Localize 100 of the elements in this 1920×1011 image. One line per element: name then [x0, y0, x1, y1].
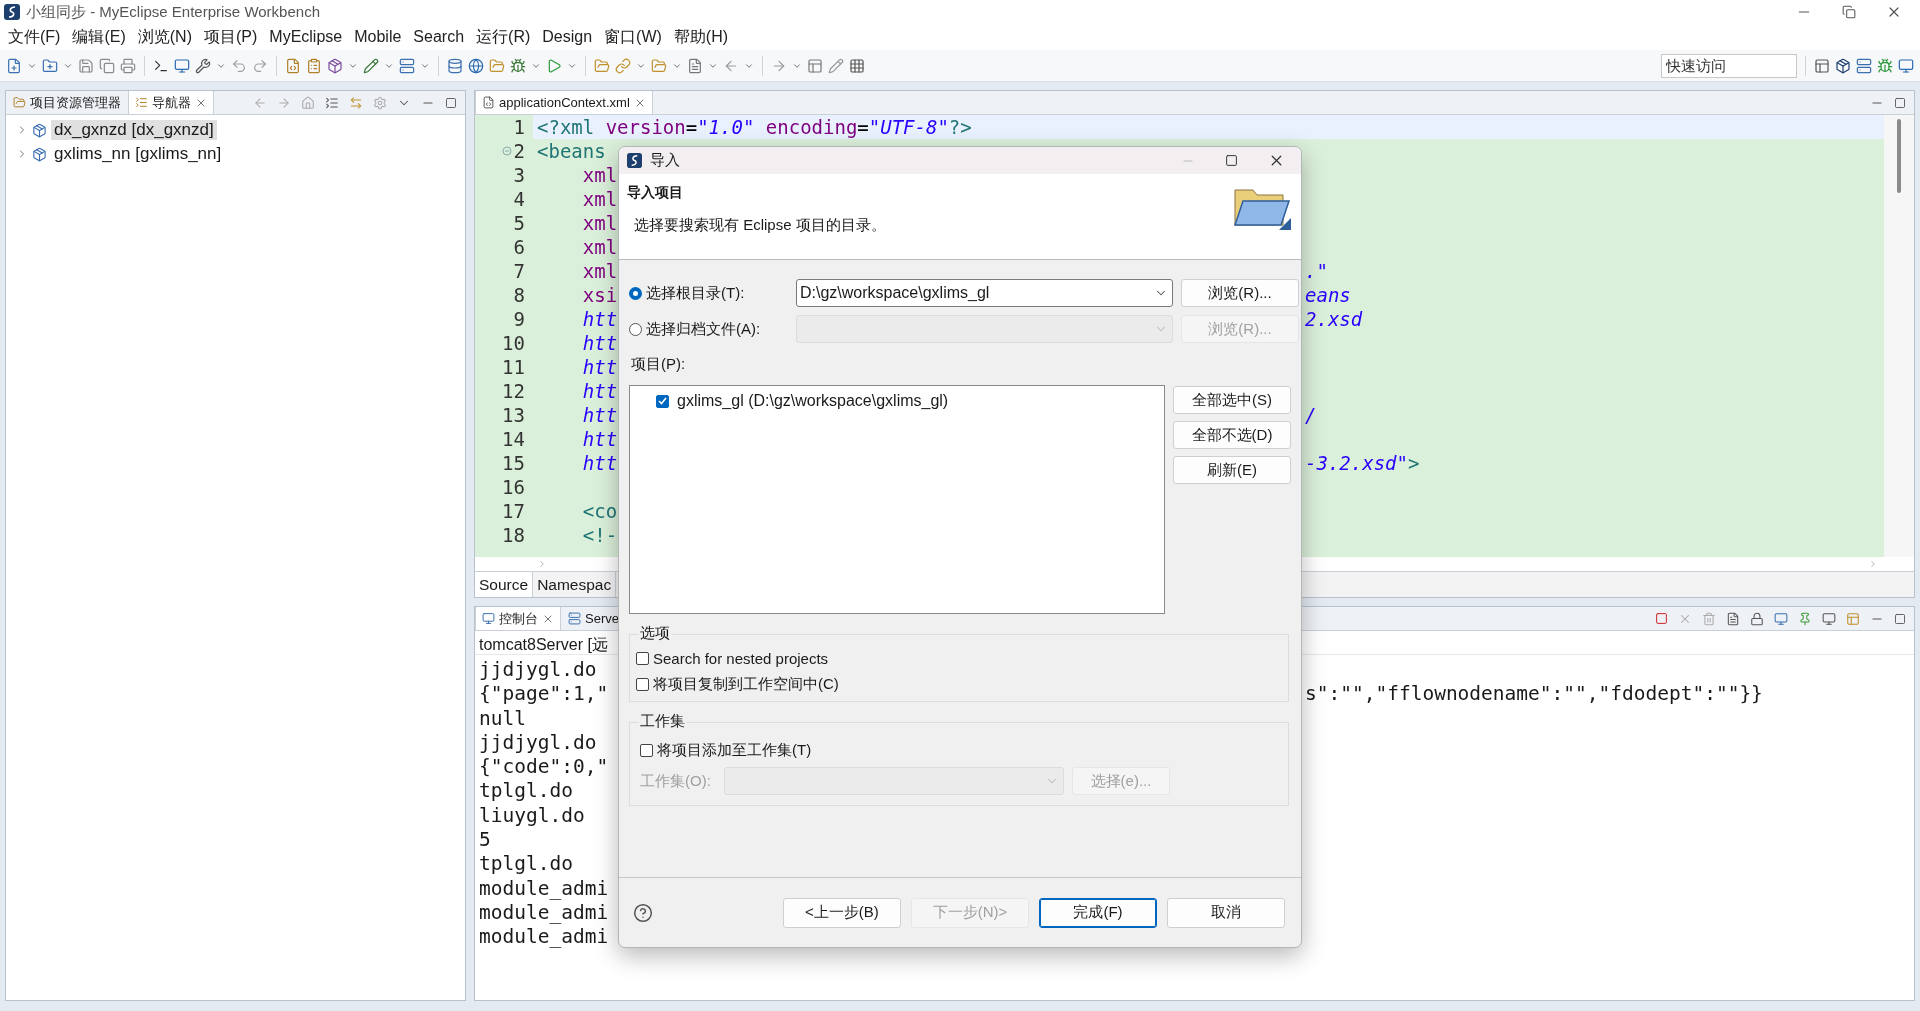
- menu-item[interactable]: 帮助(H): [667, 26, 735, 48]
- print-icon[interactable]: [120, 57, 136, 74]
- run-icon[interactable]: [546, 57, 562, 74]
- restore-icon[interactable]: [1842, 5, 1856, 19]
- collapse-all-icon[interactable]: [325, 95, 339, 110]
- perspective-icon[interactable]: [1856, 57, 1872, 74]
- maximize-icon[interactable]: [445, 96, 457, 109]
- checkbox[interactable]: [656, 394, 669, 408]
- save-all-icon[interactable]: [99, 57, 115, 74]
- package-icon[interactable]: [327, 57, 343, 74]
- code-line: xml: [581, 163, 618, 187]
- view-tab[interactable]: 导航器: [128, 91, 214, 114]
- view-tab[interactable]: 控制台: [475, 607, 561, 630]
- forward-icon[interactable]: [277, 95, 291, 110]
- perspective-icon[interactable]: [1898, 57, 1914, 74]
- menu-item[interactable]: 浏览(N): [131, 26, 198, 48]
- code-line: htt: [581, 379, 618, 403]
- tree-item[interactable]: gxlims_nn [gxlims_nn]: [51, 144, 225, 164]
- clipboard-icon[interactable]: [306, 57, 322, 74]
- editor-tab[interactable]: applicationContext.xml: [475, 91, 653, 114]
- dialog-title: 导入: [650, 151, 680, 170]
- menu-item[interactable]: Mobile: [348, 28, 408, 46]
- stop-icon[interactable]: [1655, 612, 1668, 625]
- scroll-right-icon[interactable]: [1868, 559, 1878, 569]
- pencil-icon[interactable]: [828, 57, 844, 74]
- menu-item[interactable]: MyEclipse: [263, 28, 349, 46]
- clear-icon[interactable]: [1702, 611, 1716, 626]
- checkbox[interactable]: [636, 651, 649, 665]
- wizard-button[interactable]: 取消: [1167, 897, 1285, 928]
- list-action-button[interactable]: 刷新(E): [1173, 456, 1291, 484]
- layout-icon[interactable]: [807, 57, 823, 74]
- line-number: 1: [513, 116, 525, 138]
- maximize-icon[interactable]: [1894, 612, 1906, 625]
- link-icon[interactable]: [615, 57, 631, 74]
- link-editor-icon[interactable]: [349, 95, 363, 110]
- group-title: 工作集: [638, 712, 687, 731]
- redo-icon[interactable]: [252, 57, 268, 74]
- globe-icon[interactable]: [468, 57, 484, 74]
- tree-item[interactable]: dx_gxnzd [dx_gxnzd]: [51, 120, 217, 140]
- folder-open-icon[interactable]: [489, 57, 505, 74]
- scrollbar-thumb[interactable]: [1897, 119, 1901, 193]
- menu-item[interactable]: Design: [536, 28, 599, 46]
- perspective-icon[interactable]: [1835, 57, 1851, 74]
- source-radio[interactable]: 选择根目录(T):: [629, 283, 788, 303]
- radio-dot[interactable]: [629, 286, 642, 300]
- combo-value: D:\gz\workspace\gxlims_gl: [800, 284, 991, 302]
- folder-open-icon[interactable]: [594, 57, 610, 74]
- back-icon[interactable]: [253, 95, 267, 110]
- save-icon[interactable]: [78, 57, 94, 74]
- tab-label: 控制台: [499, 609, 538, 628]
- pin-icon[interactable]: [1798, 611, 1812, 626]
- bug-icon[interactable]: [510, 57, 526, 74]
- menu-item[interactable]: 窗口(W): [598, 26, 668, 48]
- dialog-description: 选择要搜索现有 Eclipse 项目的目录。: [633, 216, 887, 235]
- menu-item[interactable]: 编辑(E): [66, 26, 132, 48]
- scroll-lock-icon[interactable]: [1726, 611, 1740, 626]
- monitor-icon[interactable]: [174, 57, 190, 74]
- new-file-icon[interactable]: [6, 57, 22, 74]
- list-action-button[interactable]: 全部选中(S): [1173, 386, 1291, 414]
- console-line: liuygl.do: [479, 803, 585, 829]
- maximize-icon[interactable]: [1225, 154, 1238, 167]
- filter-icon[interactable]: [373, 95, 387, 110]
- maximize-icon[interactable]: [1894, 96, 1906, 109]
- home-icon[interactable]: [301, 95, 315, 110]
- list-action-button[interactable]: 全部不选(D): [1173, 421, 1291, 449]
- show-console-icon[interactable]: [1774, 611, 1788, 626]
- wrench-icon[interactable]: [195, 57, 211, 74]
- menu-item[interactable]: 运行(R): [470, 26, 537, 48]
- checkbox[interactable]: [636, 677, 649, 691]
- path-combo[interactable]: D:\gz\workspace\gxlims_gl: [796, 279, 1173, 307]
- file-code-icon[interactable]: [285, 57, 301, 74]
- menu-item[interactable]: 项目(P): [198, 26, 264, 48]
- help-icon[interactable]: [633, 902, 653, 923]
- editor-page-tab[interactable]: Source: [475, 572, 534, 597]
- file-icon[interactable]: [687, 57, 703, 74]
- wizard-button[interactable]: <上一步(B): [783, 897, 901, 928]
- project-item[interactable]: gxlims_gl (D:\gz\workspace\gxlims_gl): [677, 392, 949, 410]
- database-icon[interactable]: [447, 57, 463, 74]
- wizard-button[interactable]: 完成(F): [1039, 897, 1157, 928]
- display-console-icon[interactable]: [1822, 611, 1836, 626]
- server-icon[interactable]: [399, 57, 415, 74]
- scroll-left-icon[interactable]: [537, 559, 547, 569]
- lock-icon[interactable]: [1750, 611, 1764, 626]
- checkbox-label: 将项目添加至工作集(T): [657, 740, 812, 760]
- quick-access-field[interactable]: 快速访问: [1661, 53, 1797, 78]
- browse-button[interactable]: 浏览(R)...: [1181, 279, 1299, 307]
- menu-item[interactable]: Search: [407, 28, 471, 46]
- undo-icon[interactable]: [231, 57, 247, 74]
- view-tab[interactable]: 项目资源管理器: [6, 91, 128, 114]
- view-tab[interactable]: Serve: [561, 607, 626, 630]
- debug-perspective-icon[interactable]: [1877, 57, 1893, 74]
- pencil-icon[interactable]: [363, 57, 379, 74]
- fold-icon[interactable]: [501, 146, 512, 156]
- new-folder-icon[interactable]: [42, 57, 58, 74]
- open-perspective-icon[interactable]: [1814, 57, 1830, 74]
- editor-page-tab[interactable]: Namespac: [533, 572, 617, 597]
- grid-icon[interactable]: [849, 57, 865, 74]
- folder-open-icon[interactable]: [651, 57, 667, 74]
- menu-item[interactable]: 文件(F): [2, 26, 67, 48]
- new-console-icon[interactable]: [1846, 611, 1860, 626]
